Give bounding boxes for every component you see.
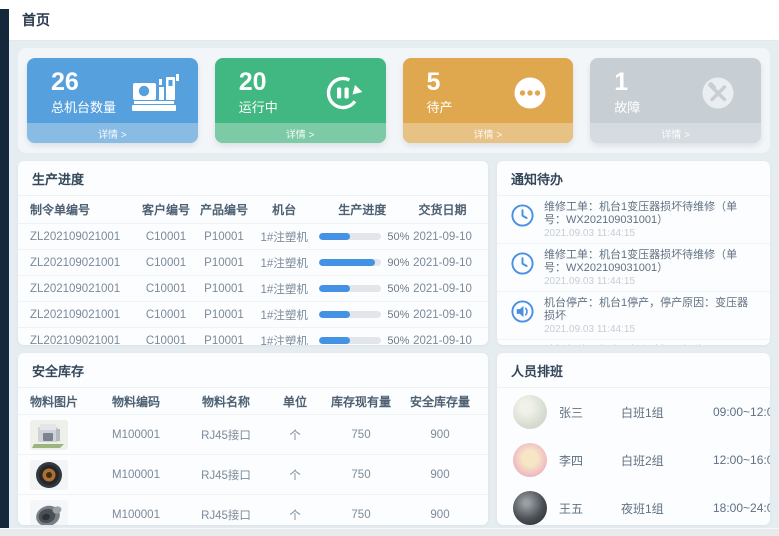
- speaker-driver-image: [30, 500, 92, 526]
- staff-name: 王五: [559, 500, 621, 517]
- card-waiting[interactable]: 5 待产 详情 >: [403, 58, 574, 143]
- waiting-icon: [505, 72, 555, 114]
- rj45-connector-image: [30, 420, 92, 450]
- staff-time: 12:00~16:00: [713, 453, 770, 467]
- running-label: 运行中: [239, 97, 278, 116]
- production-progress-panel: 生产进度 制令单编号 客户编号 产品编号 机台 生产进度 交货日期 ZL2021…: [18, 161, 488, 345]
- table-row: ZL202109021001 C10001 P10001 1#注塑机 50% 2…: [18, 327, 488, 345]
- fault-value: 1: [614, 69, 640, 97]
- table-row: M100001 RJ45接口 个 750 900: [18, 454, 488, 494]
- col-material-name: 物料名称: [180, 393, 272, 410]
- staff-shift: 白班2组: [621, 452, 713, 469]
- clock-icon: [510, 251, 535, 276]
- list-item[interactable]: 计划暂停：机台1生产计划已暂停 2021.09.03 11:44:15: [497, 340, 770, 345]
- safety-stock-panel: 安全库存 物料图片 物料编码 物料名称 单位 库存现有量 安全库存量: [18, 353, 488, 525]
- fault-detail-link[interactable]: 详情 >: [590, 123, 761, 143]
- progress-bar: 50%: [315, 231, 409, 243]
- production-table-header: 制令单编号 客户编号 产品编号 机台 生产进度 交货日期: [18, 196, 488, 223]
- staff-schedule-title: 人员排班: [497, 353, 770, 388]
- list-item[interactable]: 维修工单：机台1变压器损坏待维修（单号：WX202109031001） 2021…: [497, 196, 770, 244]
- fault-icon: [693, 72, 743, 114]
- waiting-detail-link[interactable]: 详情 >: [403, 123, 574, 143]
- progress-bar: 90%: [315, 257, 409, 269]
- progress-bar: 50%: [315, 335, 409, 346]
- list-item[interactable]: 机台停产：机台1停产，停产原因：变压器损坏 2021.09.03 11:44:1…: [497, 292, 770, 340]
- col-delivery-date: 交货日期: [409, 201, 476, 218]
- card-total-machines[interactable]: 26 总机台数量: [27, 58, 198, 143]
- round-speaker-image: [30, 460, 92, 490]
- clock-icon: [510, 203, 535, 228]
- table-row: ZL202109021001 C10001 P10001 1#注塑机 50% 2…: [18, 223, 488, 249]
- notifications-panel: 通知待办 维修工单：机台1变压器损坏待维修（单号：WX202109031001）…: [497, 161, 770, 345]
- waiting-label: 待产: [427, 97, 453, 116]
- sidebar-edge: [0, 9, 9, 528]
- col-material-code: 物料编码: [92, 393, 180, 410]
- progress-bar: 50%: [315, 283, 409, 295]
- total-machines-value: 26: [51, 69, 116, 97]
- table-row: ZL202109021001 C10001 P10001 1#注塑机 90% 2…: [18, 249, 488, 275]
- staff-shift: 夜班1组: [621, 500, 713, 517]
- col-safety-stock: 安全库存量: [404, 393, 476, 410]
- running-value: 20: [239, 69, 278, 97]
- list-item: 张三 白班1组 09:00~12:00: [497, 388, 770, 436]
- running-icon: [318, 72, 368, 114]
- stat-cards-panel: 26 总机台数量: [18, 48, 770, 153]
- staff-schedule-panel: 人员排班 张三 白班1组 09:00~12:00 李四 白班2组 12:00~1…: [497, 353, 770, 525]
- table-row: ZL202109021001 C10001 P10001 1#注塑机 50% 2…: [18, 301, 488, 327]
- col-unit: 单位: [272, 393, 318, 410]
- col-material-image: 物料图片: [30, 393, 92, 410]
- avatar: [513, 491, 547, 525]
- col-current-stock: 库存现有量: [318, 393, 404, 410]
- col-customer-no: 客户编号: [137, 201, 195, 218]
- table-row: M100001 RJ45接口 个 750 900: [18, 414, 488, 454]
- col-order-no: 制令单编号: [30, 201, 137, 218]
- col-product-no: 产品编号: [195, 201, 253, 218]
- staff-name: 张三: [559, 404, 621, 421]
- total-machines-detail-link[interactable]: 详情 >: [27, 123, 198, 143]
- content-area: 26 总机台数量: [9, 41, 779, 528]
- running-detail-link[interactable]: 详情 >: [215, 123, 386, 143]
- stock-table-header: 物料图片 物料编码 物料名称 单位 库存现有量 安全库存量: [18, 388, 488, 414]
- total-machines-label: 总机台数量: [51, 97, 116, 116]
- list-item: 王五 夜班1组 18:00~24:00: [497, 484, 770, 525]
- fault-label: 故障: [614, 97, 640, 116]
- notifications-title: 通知待办: [497, 161, 770, 196]
- production-progress-title: 生产进度: [18, 161, 488, 196]
- avatar: [513, 395, 547, 429]
- card-fault[interactable]: 1 故障: [590, 58, 761, 143]
- card-running[interactable]: 20 运行中 详情 >: [215, 58, 386, 143]
- table-row: M100001 RJ45接口 个 750 900: [18, 494, 488, 525]
- dashboard-window: 首页 26 总机台数量: [0, 0, 779, 536]
- safety-stock-title: 安全库存: [18, 353, 488, 388]
- waiting-value: 5: [427, 69, 453, 97]
- avatar: [513, 443, 547, 477]
- staff-time: 09:00~12:00: [713, 405, 770, 419]
- list-item[interactable]: 维修工单：机台1变压器损坏待维修（单号：WX202109031001） 2021…: [497, 244, 770, 292]
- window-top-edge: [0, 0, 779, 9]
- table-row: ZL202109021001 C10001 P10001 1#注塑机 50% 2…: [18, 275, 488, 301]
- col-machine: 机台: [253, 201, 315, 218]
- speaker-icon: [510, 299, 535, 324]
- staff-shift: 白班1组: [621, 404, 713, 421]
- page-title: 首页: [22, 10, 50, 30]
- staff-name: 李四: [559, 452, 621, 469]
- progress-bar: 50%: [315, 309, 409, 321]
- list-item: 李四 白班2组 12:00~16:00: [497, 436, 770, 484]
- staff-time: 18:00~24:00: [713, 501, 770, 515]
- horizontal-scrollbar[interactable]: [0, 528, 779, 536]
- machine-icon: [130, 72, 180, 114]
- col-progress: 生产进度: [315, 201, 409, 218]
